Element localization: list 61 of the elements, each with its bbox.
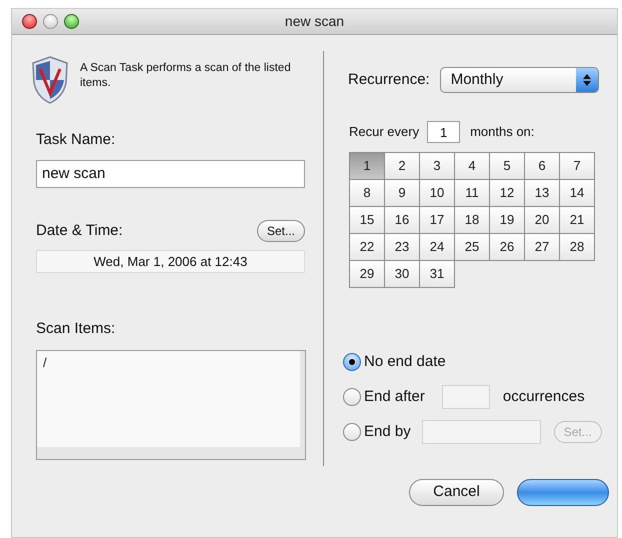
recur-every-label: Recur every <box>349 123 420 142</box>
radio-button[interactable] <box>343 353 361 371</box>
field-label: Scan Items: <box>36 319 116 339</box>
day-cell[interactable]: 18 <box>454 206 490 234</box>
day-cell[interactable]: 17 <box>419 206 455 234</box>
field-label: Date & Time: <box>36 220 123 240</box>
day-cell[interactable]: 13 <box>524 179 560 207</box>
zoom-icon[interactable] <box>64 14 79 29</box>
day-cell[interactable]: 9 <box>384 179 420 207</box>
day-cell[interactable]: 8 <box>349 179 385 207</box>
day-cell[interactable]: 19 <box>489 206 525 234</box>
day-cell[interactable]: 28 <box>559 233 595 261</box>
intro-text: A Scan Task performs a scan of the listed items. <box>80 61 292 91</box>
window-title: new scan <box>284 12 344 31</box>
day-cell[interactable]: 21 <box>559 206 595 234</box>
day-cell[interactable]: 15 <box>349 206 385 234</box>
day-cell[interactable]: 10 <box>419 179 455 207</box>
occurrences-label: occurrences <box>502 386 585 407</box>
radio-label[interactable]: No end date <box>364 350 446 374</box>
radio-label[interactable]: End after <box>364 386 425 408</box>
scan-item[interactable]: / <box>43 352 294 372</box>
close-icon[interactable] <box>22 14 37 29</box>
day-cell[interactable]: 14 <box>559 179 595 207</box>
months-on-label: months on: <box>470 123 534 142</box>
day-cell[interactable]: 27 <box>524 233 560 261</box>
day-cell[interactable]: 16 <box>384 206 420 234</box>
up-down-arrows-icon <box>576 68 598 92</box>
day-cell[interactable]: 23 <box>384 233 420 261</box>
set-button[interactable]: Set... <box>256 220 305 242</box>
interval-field[interactable]: 1 <box>427 121 460 143</box>
day-cell[interactable]: 26 <box>489 233 525 261</box>
day-cell[interactable]: 24 <box>419 233 455 261</box>
shield-logo-icon <box>30 55 70 105</box>
cancel-button[interactable]: Cancel <box>409 479 504 506</box>
field-label: Task Name: <box>36 130 116 150</box>
day-cell[interactable]: 1 <box>349 152 385 180</box>
day-cell[interactable]: 31 <box>419 260 455 288</box>
recurrence-label: Recurrence: <box>348 70 430 90</box>
end-date-field[interactable] <box>422 420 541 444</box>
day-cell[interactable]: 3 <box>419 152 455 180</box>
date-time-display: Wed, Mar 1, 2006 at 12:43 <box>36 250 305 273</box>
dropdown-value: Monthly <box>450 70 504 90</box>
day-cell[interactable]: 6 <box>524 152 560 180</box>
day-cell[interactable]: 12 <box>489 179 525 207</box>
day-cell[interactable]: 5 <box>489 152 525 180</box>
radio-button[interactable] <box>343 388 361 406</box>
day-cell[interactable]: 11 <box>454 179 490 207</box>
day-cell[interactable]: 7 <box>559 152 595 180</box>
day-cell[interactable]: 25 <box>454 233 490 261</box>
default-button[interactable] <box>517 479 609 506</box>
day-cell[interactable]: 30 <box>384 260 420 288</box>
task-name-field[interactable]: new scan <box>36 160 305 188</box>
day-cell[interactable]: 2 <box>384 152 420 180</box>
recurrence-dropdown[interactable]: Monthly <box>440 67 599 93</box>
day-cell[interactable]: 4 <box>454 152 490 180</box>
minimize-icon[interactable] <box>43 14 58 29</box>
scan-items-list[interactable]: / <box>36 350 306 460</box>
occurrences-field[interactable] <box>442 385 490 409</box>
day-cell[interactable]: 29 <box>349 260 385 288</box>
day-cell[interactable]: 22 <box>349 233 385 261</box>
day-cell[interactable]: 20 <box>524 206 560 234</box>
